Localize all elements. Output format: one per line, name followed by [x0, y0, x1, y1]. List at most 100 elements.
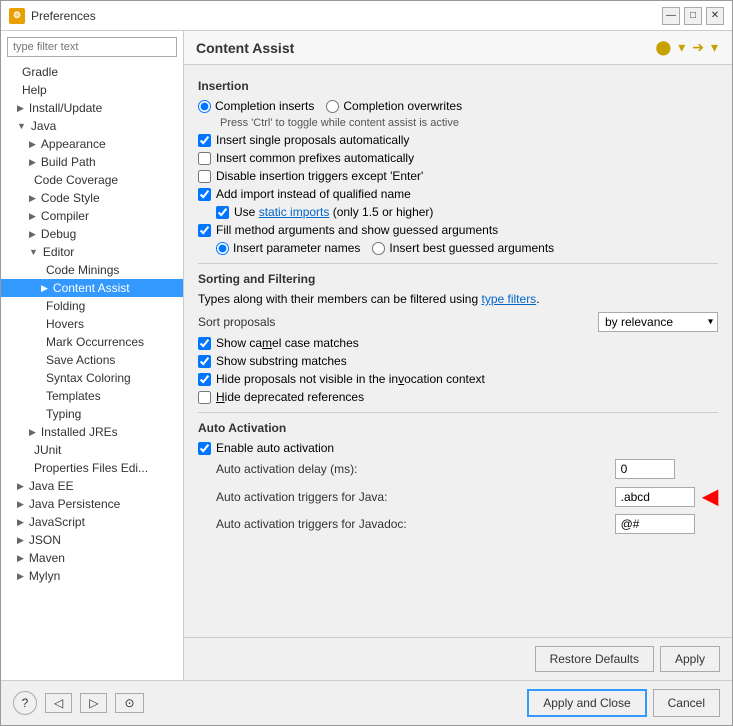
- static-imports-label[interactable]: Use static imports (only 1.5 or higher): [216, 205, 433, 219]
- javadoc-triggers-input[interactable]: [615, 514, 695, 534]
- close-button[interactable]: ✕: [706, 7, 724, 25]
- forward-nav-button[interactable]: ➔: [690, 39, 706, 56]
- sidebar-item-java[interactable]: ▼ Java: [1, 117, 183, 135]
- hide-deprecated-row: Hide deprecated references: [198, 390, 718, 404]
- common-prefixes-label[interactable]: Insert common prefixes automatically: [198, 151, 414, 165]
- camel-case-checkbox[interactable]: [198, 337, 211, 350]
- sidebar-item-label: Code Coverage: [34, 173, 118, 187]
- minimize-button[interactable]: —: [662, 7, 680, 25]
- hide-invisible-checkbox[interactable]: [198, 373, 211, 386]
- param-names-label[interactable]: Insert parameter names: [216, 241, 360, 255]
- sidebar-item-gradle[interactable]: Gradle: [1, 63, 183, 81]
- completion-inserts-label[interactable]: Completion inserts: [198, 99, 314, 113]
- sidebar-item-appearance[interactable]: ▶ Appearance: [1, 135, 183, 153]
- insertion-triggers-checkbox[interactable]: [198, 170, 211, 183]
- sidebar-item-compiler[interactable]: ▶ Compiler: [1, 207, 183, 225]
- completion-overwrites-label[interactable]: Completion overwrites: [326, 99, 462, 113]
- nav-dropdown-button[interactable]: ▾: [676, 39, 687, 56]
- best-guessed-label[interactable]: Insert best guessed arguments: [372, 241, 554, 255]
- restore-defaults-button[interactable]: Restore Defaults: [535, 646, 654, 672]
- sidebar-item-javascript[interactable]: ▶ JavaScript: [1, 513, 183, 531]
- add-import-row: Add import instead of qualified name: [198, 187, 718, 201]
- sidebar-item-debug[interactable]: ▶ Debug: [1, 225, 183, 243]
- arrow-icon: ▶: [17, 535, 24, 546]
- sidebar-item-label: Code Minings: [46, 263, 119, 277]
- sort-select-wrapper: by relevance alphabetically: [598, 312, 718, 332]
- insertion-section-title: Insertion: [198, 79, 718, 93]
- completion-inserts-text: Completion inserts: [215, 99, 314, 113]
- sidebar-item-editor[interactable]: ▼ Editor: [1, 243, 183, 261]
- completion-inserts-radio[interactable]: [198, 100, 211, 113]
- hide-deprecated-checkbox[interactable]: [198, 391, 211, 404]
- ctrl-hint: Press 'Ctrl' to toggle while content ass…: [220, 117, 718, 129]
- common-prefixes-checkbox[interactable]: [198, 152, 211, 165]
- footer-forward-button[interactable]: ▷: [80, 693, 107, 713]
- sidebar-item-content-assist[interactable]: ▶ Content Assist: [1, 279, 183, 297]
- camel-case-label[interactable]: Show camel case matches: [198, 336, 359, 350]
- sidebar-item-code-style[interactable]: ▶ Code Style: [1, 189, 183, 207]
- sidebar-item-build-path[interactable]: ▶ Build Path: [1, 153, 183, 171]
- fill-method-label[interactable]: Fill method arguments and show guessed a…: [198, 223, 498, 237]
- arrow-icon: ▶: [29, 427, 36, 438]
- back-nav-button[interactable]: ⬤: [654, 39, 674, 56]
- cancel-button[interactable]: Cancel: [653, 689, 720, 717]
- sidebar-item-mark-occurrences[interactable]: Mark Occurrences: [1, 333, 183, 351]
- sidebar-item-json[interactable]: ▶ JSON: [1, 531, 183, 549]
- sidebar-item-typing[interactable]: Typing: [1, 405, 183, 423]
- best-guessed-radio[interactable]: [372, 242, 385, 255]
- help-button[interactable]: ?: [13, 691, 37, 715]
- completion-overwrites-radio[interactable]: [326, 100, 339, 113]
- apply-close-button[interactable]: Apply and Close: [527, 689, 646, 717]
- sidebar-item-folding[interactable]: Folding: [1, 297, 183, 315]
- enable-auto-checkbox[interactable]: [198, 442, 211, 455]
- substring-checkbox[interactable]: [198, 355, 211, 368]
- sidebar-item-code-minings[interactable]: Code Minings: [1, 261, 183, 279]
- sidebar-item-label: Properties Files Edi...: [34, 461, 148, 475]
- sidebar-item-mylyn[interactable]: ▶ Mylyn: [1, 567, 183, 585]
- footer-back-button[interactable]: ◁: [45, 693, 72, 713]
- add-import-label[interactable]: Add import instead of qualified name: [198, 187, 411, 201]
- sidebar-item-help[interactable]: Help: [1, 81, 183, 99]
- hide-invisible-label[interactable]: Hide proposals not visible in the invoca…: [198, 372, 485, 386]
- sidebar-item-code-coverage[interactable]: Code Coverage: [1, 171, 183, 189]
- sidebar-item-maven[interactable]: ▶ Maven: [1, 549, 183, 567]
- sorting-section-title: Sorting and Filtering: [198, 272, 718, 286]
- hide-deprecated-label[interactable]: Hide deprecated references: [198, 390, 364, 404]
- sidebar-item-installed-jres[interactable]: ▶ Installed JREs: [1, 423, 183, 441]
- sidebar-item-java-persistence[interactable]: ▶ Java Persistence: [1, 495, 183, 513]
- single-proposals-checkbox[interactable]: [198, 134, 211, 147]
- sort-select[interactable]: by relevance alphabetically: [598, 312, 718, 332]
- arrow-icon: ▼: [17, 121, 26, 131]
- sidebar-item-label: JavaScript: [29, 515, 85, 529]
- type-filters-link[interactable]: type filters: [482, 292, 537, 306]
- sidebar-item-junit[interactable]: JUnit: [1, 441, 183, 459]
- java-triggers-input[interactable]: [615, 487, 695, 507]
- arrow-icon: ▶: [29, 193, 36, 204]
- filter-input[interactable]: [7, 37, 177, 57]
- single-proposals-label[interactable]: Insert single proposals automatically: [198, 133, 409, 147]
- substring-label[interactable]: Show substring matches: [198, 354, 347, 368]
- sidebar-item-properties-files[interactable]: Properties Files Edi...: [1, 459, 183, 477]
- param-names-radio[interactable]: [216, 242, 229, 255]
- sidebar-item-save-actions[interactable]: Save Actions: [1, 351, 183, 369]
- enable-auto-label[interactable]: Enable auto activation: [198, 441, 334, 455]
- footer-right: Apply and Close Cancel: [527, 689, 720, 717]
- sidebar-item-install-update[interactable]: ▶ Install/Update: [1, 99, 183, 117]
- sidebar-item-java-ee[interactable]: ▶ Java EE: [1, 477, 183, 495]
- static-imports-link[interactable]: static imports: [259, 205, 330, 219]
- add-import-checkbox[interactable]: [198, 188, 211, 201]
- insertion-triggers-label[interactable]: Disable insertion triggers except 'Enter…: [198, 169, 423, 183]
- static-imports-checkbox[interactable]: [216, 206, 229, 219]
- nav-more-button[interactable]: ▾: [709, 39, 720, 56]
- sidebar-item-label: Install/Update: [29, 101, 102, 115]
- sidebar-item-syntax-coloring[interactable]: Syntax Coloring: [1, 369, 183, 387]
- sidebar-item-templates[interactable]: Templates: [1, 387, 183, 405]
- fill-method-checkbox[interactable]: [198, 224, 211, 237]
- maximize-button[interactable]: □: [684, 7, 702, 25]
- footer-home-button[interactable]: ⊙: [115, 693, 143, 713]
- delay-input[interactable]: [615, 459, 675, 479]
- auto-activation-grid: Auto activation delay (ms): Auto activat…: [198, 459, 718, 534]
- sidebar-item-hovers[interactable]: Hovers: [1, 315, 183, 333]
- apply-button[interactable]: Apply: [660, 646, 720, 672]
- insertion-triggers-text: Disable insertion triggers except 'Enter…: [216, 169, 423, 183]
